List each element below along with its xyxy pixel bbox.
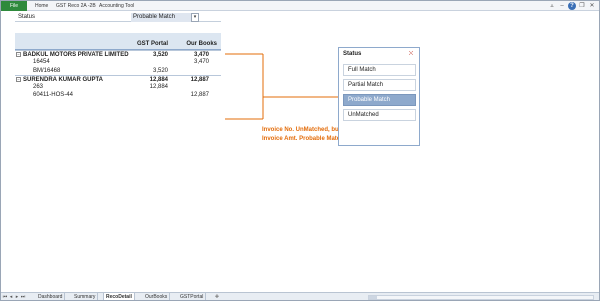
- status-slicer: Status ⛌ Full Match Partial Match Probab…: [338, 47, 420, 146]
- last-sheet-icon[interactable]: ⏭: [20, 293, 26, 300]
- clear-filter-icon[interactable]: ⛌: [407, 50, 415, 58]
- slicer-item-full-match[interactable]: Full Match: [343, 64, 416, 76]
- slicer-item-probable-match[interactable]: Probable Match: [343, 94, 416, 106]
- annotation-bracket: [225, 53, 338, 120]
- sheet-tab-ourbooks[interactable]: OurBooks: [143, 293, 171, 300]
- slicer-item-unmatched[interactable]: UnMatched: [343, 109, 416, 121]
- sheet-tab-dashboard[interactable]: Dashboard: [36, 293, 66, 300]
- excel-window: File Home GST Reco 2A -2B Accounting Too…: [0, 0, 600, 301]
- sheet-tab-bar: ⏮ ◂ ▸ ⏭ Dashboard Summary RecoDetail Our…: [1, 292, 599, 300]
- sheet-tab-recodetail[interactable]: RecoDetail: [103, 293, 135, 300]
- horizontal-scrollbar[interactable]: [368, 295, 594, 300]
- scroll-thumb[interactable]: [369, 296, 377, 299]
- sheet-nav: ⏮ ◂ ▸ ⏭: [2, 293, 26, 300]
- sheet-tab-gstportal[interactable]: GSTPortal: [178, 293, 207, 300]
- new-sheet-icon[interactable]: ✚: [213, 294, 221, 300]
- slicer-item-partial-match[interactable]: Partial Match: [343, 79, 416, 91]
- slicer-title: Status: [343, 51, 362, 57]
- sheet-tab-summary[interactable]: Summary: [72, 293, 99, 300]
